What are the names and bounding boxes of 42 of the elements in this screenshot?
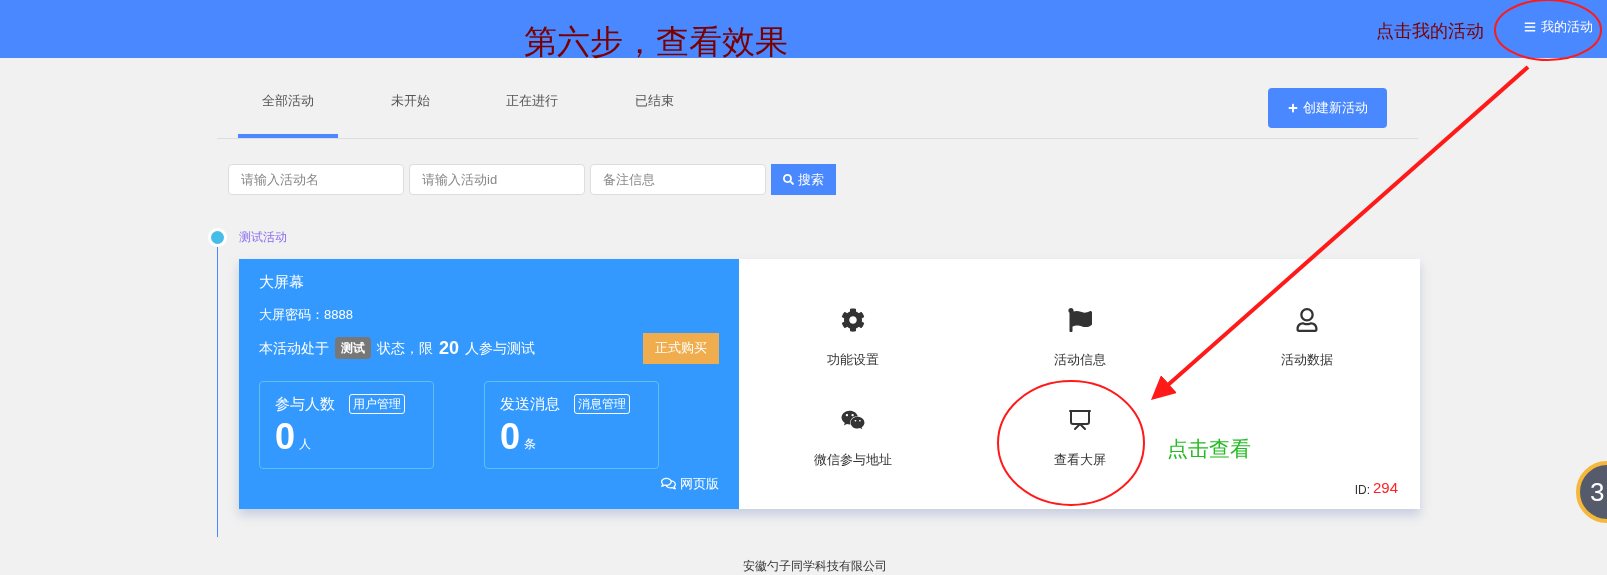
status-text: 本活动处于 — [259, 338, 329, 358]
search-field[interactable]: 请输入活动名 — [228, 164, 404, 195]
comments-icon — [661, 475, 676, 491]
menu-icon — [1524, 20, 1536, 33]
timeline-dot — [208, 228, 227, 247]
floating-badge[interactable]: 3 — [1576, 461, 1607, 523]
stat-value: 0 — [275, 415, 296, 459]
annotation-text: 点击查看 — [1167, 436, 1251, 462]
stat-value: 0 — [500, 415, 521, 459]
id-label: ID: — [1354, 482, 1370, 499]
action-item[interactable]: 查看大屏 — [1024, 399, 1135, 479]
activity-id: 294 — [1372, 477, 1398, 498]
participant-limit: 20 — [439, 336, 460, 360]
stat-unit: 条 — [524, 436, 537, 453]
status-text: 人参与测试 — [465, 338, 536, 358]
tab[interactable]: 未开始 — [360, 90, 460, 138]
tab[interactable]: 全部活动 — [238, 90, 338, 138]
presentation-board-icon — [1067, 408, 1092, 433]
gear-icon — [840, 308, 865, 333]
stat-label: 发送消息 — [500, 393, 560, 414]
user-icon — [1294, 308, 1319, 333]
action-item[interactable]: 活动信息 — [1024, 299, 1135, 379]
activity-title: 大屏幕 — [259, 272, 305, 292]
action-item[interactable]: 功能设置 — [797, 299, 908, 379]
activity-group-label: 测试活动 — [239, 229, 288, 246]
action-item[interactable]: 微信参与地址 — [797, 399, 908, 479]
annotation-text: 第六步，查看效果 — [524, 22, 788, 62]
status-text: 状态，限 — [377, 338, 433, 358]
search-field[interactable]: 备注信息 — [590, 164, 766, 195]
stat-label: 参与人数 — [275, 393, 335, 414]
annotation-text: 点击我的活动 — [1376, 20, 1484, 43]
plus-icon — [1287, 103, 1298, 113]
screen-password: 大屏密码：8888 — [259, 306, 354, 324]
footer-company: 安徽勺子同学科技有限公司 — [741, 558, 887, 575]
stat-unit: 人 — [299, 436, 312, 453]
tab[interactable]: 正在进行 — [482, 90, 582, 138]
search-icon — [783, 174, 794, 185]
tab[interactable]: 已结束 — [604, 90, 704, 138]
action-item[interactable]: 活动数据 — [1251, 299, 1362, 379]
search-field[interactable]: 请输入活动id — [409, 164, 585, 195]
status-tag: 测试 — [335, 337, 371, 359]
flag-icon — [1067, 308, 1092, 333]
